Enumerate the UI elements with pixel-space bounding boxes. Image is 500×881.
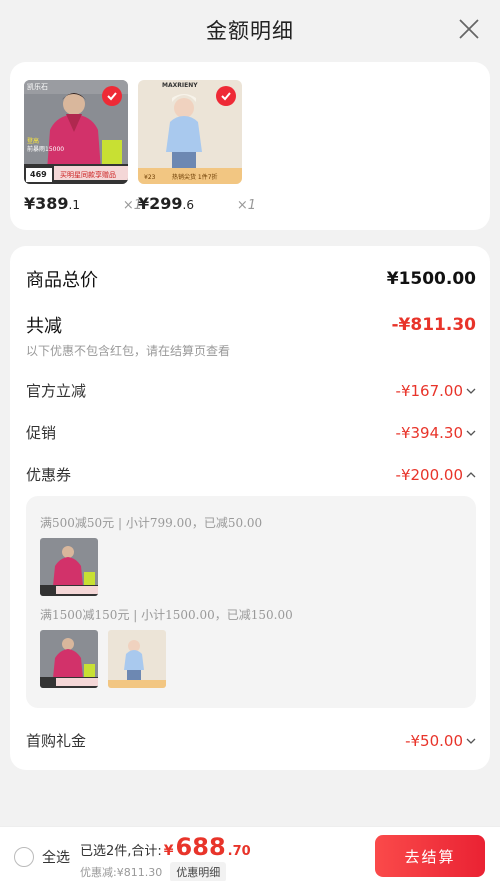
product-image: 凯乐石 登高 前暴雨15000 469 买明星同款享赠品	[24, 80, 128, 184]
total-label: 商品总价	[26, 270, 98, 291]
promotion-row[interactable]: 促销 -¥394.30	[26, 422, 476, 443]
product-image: MAXRIENY 热销尖货 1件7折 ¥23	[138, 80, 242, 184]
total-currency: ¥	[163, 843, 174, 859]
checkout-bar: 全选 已选2件,合计: ¥ 688 .70 优惠减:¥811.30 优惠明细 去…	[0, 826, 500, 881]
price-badge: 469	[30, 170, 47, 179]
chevron-down-icon[interactable]	[466, 428, 476, 438]
product-price: ¥299.6	[138, 194, 194, 213]
coupon-detail-panel: 满500减50元 | 小计799.00，已减50.00 满1500减150元 |…	[26, 496, 476, 708]
promotion-label: 促销	[26, 424, 57, 442]
total-amount: 688	[175, 833, 226, 861]
coupon-label: 优惠券	[26, 466, 72, 484]
selected-count-text: 已选2件,合计:	[80, 844, 162, 859]
product-qty: ×1	[236, 198, 256, 213]
price-detail-card: 商品总价 ¥1500.00 共减 -¥811.30 以下优惠不包含红包，请在结算…	[10, 246, 490, 770]
promo-label: 热销尖货 1件7折	[172, 174, 218, 181]
header: 金额明细	[0, 0, 500, 60]
products-card: 凯乐石 登高 前暴雨15000 469 买明星同款享赠品 ¥389.1 ×1 M	[10, 62, 490, 230]
chevron-down-icon[interactable]	[466, 736, 476, 746]
checkout-button[interactable]: 去结算	[375, 835, 485, 877]
total-value: ¥1500.00	[386, 269, 476, 289]
discount-note: 以下优惠不包含红包，请在结算页查看	[26, 344, 231, 358]
brand-label: 凯乐石	[27, 83, 48, 91]
official-discount-value: -¥167.00	[395, 381, 463, 400]
coupon-line: 满500减50元 | 小计799.00，已减50.00	[40, 516, 263, 530]
official-discount-row[interactable]: 官方立减 -¥167.00	[26, 380, 476, 401]
saved-amount: 优惠减:¥811.30	[80, 866, 163, 879]
coupon-row[interactable]: 优惠券 -¥200.00	[26, 464, 476, 485]
product-thumbnail	[40, 538, 98, 596]
selected-check-icon[interactable]	[216, 86, 236, 106]
product-price: ¥389.1	[24, 194, 80, 213]
brand-label: MAXRIENY	[162, 82, 198, 89]
select-all[interactable]: 全选	[14, 847, 70, 867]
product-thumbnail	[108, 630, 166, 688]
discount-value: -¥811.30	[391, 315, 477, 335]
page-title: 金额明细	[206, 19, 294, 43]
price-badge: ¥23	[144, 174, 156, 181]
discount-row: 共减 -¥811.30	[26, 312, 476, 338]
order-summary: 已选2件,合计: ¥ 688 .70 优惠减:¥811.30 优惠明细	[80, 833, 251, 881]
first-purchase-value: -¥50.00	[405, 731, 463, 750]
chevron-down-icon[interactable]	[466, 386, 476, 396]
official-discount-label: 官方立减	[26, 382, 87, 400]
total-row: 商品总价 ¥1500.00	[26, 266, 476, 292]
total-decimal: .70	[227, 844, 251, 859]
banner-label: 买明星同款享赠品	[60, 171, 116, 179]
select-all-label: 全选	[42, 850, 70, 866]
product-thumbnail	[40, 630, 98, 688]
close-icon[interactable]	[458, 18, 480, 40]
selected-check-icon[interactable]	[102, 86, 122, 106]
first-purchase-row[interactable]: 首购礼金 -¥50.00	[26, 730, 476, 751]
coupon-line: 满1500减150元 | 小计1500.00，已减150.00	[40, 608, 293, 622]
select-all-radio[interactable]	[14, 847, 34, 867]
promotion-value: -¥394.30	[395, 423, 463, 442]
discount-label: 共减	[26, 316, 62, 337]
product-item[interactable]: MAXRIENY 热销尖货 1件7折 ¥23 ¥299.6 ×1	[138, 80, 256, 213]
discount-detail-link[interactable]: 优惠明细	[170, 862, 227, 881]
promo-label: 前暴雨15000	[27, 146, 65, 153]
chevron-up-icon[interactable]	[466, 470, 476, 480]
product-item[interactable]: 凯乐石 登高 前暴雨15000 469 买明星同款享赠品 ¥389.1 ×1	[24, 80, 142, 213]
first-purchase-label: 首购礼金	[26, 732, 87, 750]
coupon-value: -¥200.00	[395, 465, 463, 484]
